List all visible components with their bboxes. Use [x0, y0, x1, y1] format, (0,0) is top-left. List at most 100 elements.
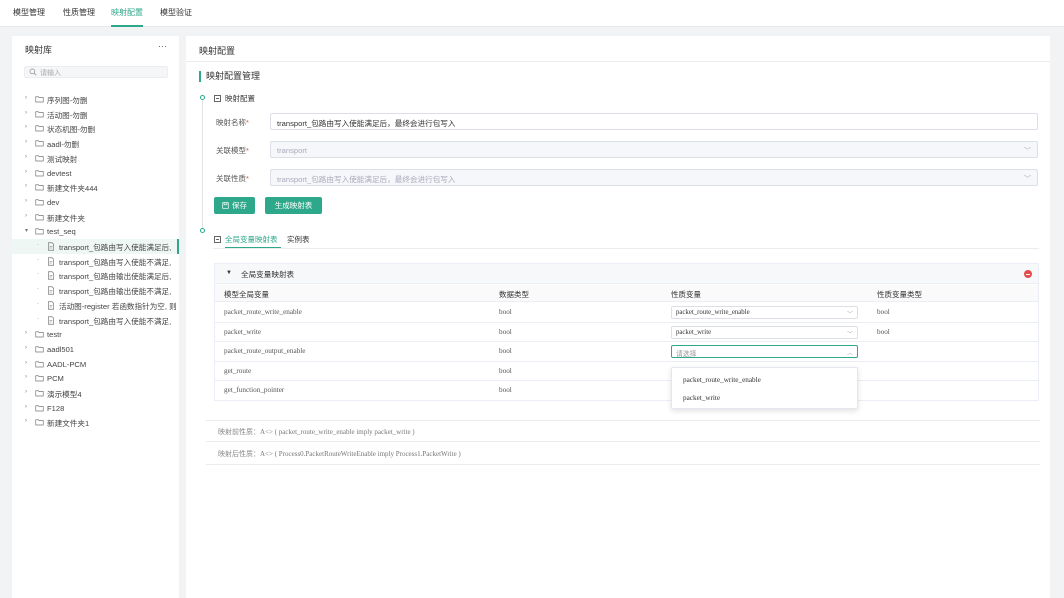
tree-folder[interactable]: › dev — [12, 195, 179, 210]
tree-folder[interactable]: ▾ test_seq — [12, 224, 179, 239]
mapping-config-panel: 映射配置 映射配置管理 映射配置 映射名称* transport_包路由写入使能… — [186, 36, 1050, 598]
tree-item-label: transport_包路由写入使能不满足, — [59, 257, 172, 267]
tree-item-label: 序列图-勿删 — [47, 96, 88, 105]
chevron-right-icon[interactable]: › — [25, 374, 31, 382]
tree-item-label: aadl501 — [47, 344, 75, 354]
dropdown-option[interactable]: packet_write — [683, 394, 720, 402]
tree-folder[interactable]: › 新建文件夹444 — [12, 180, 179, 195]
chevron-down-icon: ﹀ — [846, 331, 853, 338]
chevron-right-icon[interactable]: › — [25, 404, 31, 412]
tree-item-label: testr — [47, 330, 62, 340]
linked-property-select[interactable]: transport_包路由写入使能满足后，最终会进行包写入 ﹀ — [270, 169, 1038, 186]
tree-folder[interactable]: › AADL-PCM — [12, 357, 179, 372]
tree-folder[interactable]: › 状态机图-勿删 — [12, 121, 179, 136]
file-icon — [47, 315, 56, 325]
chevron-right-icon[interactable]: › — [25, 139, 31, 147]
folder-icon — [35, 345, 44, 353]
chevron-right-icon[interactable]: › — [25, 169, 31, 177]
file-icon — [47, 242, 56, 251]
tree-folder[interactable]: › aadl-勿删 — [12, 136, 179, 151]
mapping-name-label: 映射名称* — [216, 118, 249, 127]
tree-folder[interactable]: › 新建文件夹 — [12, 210, 179, 225]
file-icon — [47, 257, 56, 266]
property-variable-dropdown: packet_route_write_enable packet_write — [671, 367, 858, 409]
tree-file[interactable]: · transport_包路由写入使能不满足, — [12, 313, 179, 328]
chevron-right-icon[interactable]: › — [25, 124, 31, 132]
chevron-right-icon[interactable]: › — [25, 360, 31, 368]
data-type-cell: bool — [499, 366, 512, 375]
tree-folder[interactable]: › 序列图-勿删 — [12, 92, 179, 107]
collapse-label: 映射配置 — [225, 94, 255, 103]
tree-folder[interactable]: › 活动图-勿删 — [12, 107, 179, 122]
tree-item-label: transport_包路由写入使能满足后, — [59, 243, 172, 252]
tree-item-label: transport_包路由输出使能不满足, — [59, 287, 172, 297]
chevron-right-icon[interactable]: › — [25, 389, 31, 397]
tree-folder[interactable]: › testr — [12, 327, 179, 342]
tree-file[interactable]: · transport_包路由输出使能满足后, — [12, 268, 179, 283]
chevron-right-icon[interactable]: › — [25, 213, 31, 221]
chevron-right-icon[interactable]: › — [25, 95, 31, 103]
divider — [186, 61, 1050, 62]
tab-mapping-config[interactable]: 映射配置 — [111, 6, 143, 27]
property-variable-select[interactable]: packet_route_write_enable ﹀ — [671, 306, 858, 319]
generate-mapping-button[interactable]: 生成映射表 — [265, 197, 322, 214]
tree-folder[interactable]: › 新建文件夹1 — [12, 415, 179, 430]
search-placeholder: 请输入 — [40, 70, 61, 77]
save-button[interactable]: 保存 — [214, 197, 255, 214]
linked-model-select[interactable]: transport ﹀ — [270, 141, 1038, 158]
tree-file[interactable]: · transport_包路由写入使能不满足, — [12, 254, 179, 269]
mapping-config-collapse[interactable]: 映射配置 — [214, 93, 255, 104]
tree-item-label: 活动图-勿删 — [47, 110, 88, 120]
tab-model-verification[interactable]: 模型验证 — [160, 6, 192, 27]
file-icon — [47, 271, 56, 280]
search-input[interactable]: 请输入 — [24, 66, 168, 78]
data-type-cell: bool — [499, 386, 512, 394]
tree-item-label: PCM — [47, 374, 64, 384]
tree-folder[interactable]: › 演示模型4 — [12, 386, 179, 401]
tab-property-management[interactable]: 性质管理 — [63, 6, 95, 27]
property-variable-select[interactable]: 请选择 ︿ — [671, 345, 858, 358]
post-mapping-value: A<> ( Process0.PacketRouteWriteEnable im… — [260, 450, 461, 458]
mapping-name-input[interactable]: transport_包路由写入使能满足后，最终会进行包写入 — [270, 113, 1038, 130]
search-icon — [29, 68, 37, 76]
tree-item-label: 新建文件夹 — [47, 213, 85, 223]
file-icon — [47, 286, 56, 295]
tab-model-management[interactable]: 模型管理 — [13, 6, 45, 27]
tab-global-variable-table[interactable]: 全局变量映射表 — [225, 235, 278, 244]
chevron-right-icon[interactable]: › — [25, 154, 31, 162]
tree-folder[interactable]: › 测试映射 — [12, 151, 179, 166]
tree-file[interactable]: · transport_包路由写入使能满足后, — [12, 239, 179, 254]
folder-icon — [35, 139, 44, 147]
tree-folder[interactable]: › devtest — [12, 166, 179, 181]
property-variable-select[interactable]: packet_write ﹀ — [671, 325, 858, 339]
post-mapping-label: 映射后性质： — [218, 451, 260, 458]
chevron-right-icon[interactable]: › — [25, 418, 31, 426]
tree-folder[interactable]: › PCM — [12, 371, 179, 386]
more-icon[interactable]: ··· — [158, 41, 167, 51]
chevron-right-icon[interactable]: › — [25, 183, 31, 191]
table-row: get_route bool — [215, 362, 1038, 381]
tree-item-label: test_seq — [47, 227, 76, 237]
caret-down-icon[interactable]: ▼ — [226, 270, 232, 276]
tree-file[interactable]: · 活动图-register 若函数指针为空, 则 — [12, 298, 179, 313]
bullet-icon: · — [37, 271, 39, 278]
chevron-right-icon[interactable]: › — [25, 110, 31, 118]
dropdown-option[interactable]: packet_route_write_enable — [683, 376, 761, 384]
tree-folder[interactable]: › aadl501 — [12, 342, 179, 357]
global-table-collapse[interactable]: 全局变量映射表 — [214, 234, 278, 245]
remove-icon[interactable] — [1024, 270, 1032, 278]
tree-folder[interactable]: › F128 — [12, 401, 179, 416]
folder-icon — [35, 198, 44, 206]
folder-icon — [35, 169, 44, 177]
tab-instance-table[interactable]: 实例表 — [287, 234, 310, 245]
tree-item-label: aadl-勿删 — [47, 140, 80, 150]
chevron-down-icon[interactable]: ▾ — [25, 227, 31, 235]
top-nav: 模型管理 性质管理 映射配置 模型验证 — [0, 0, 1064, 27]
chevron-right-icon[interactable]: › — [25, 345, 31, 353]
table-group-header[interactable]: ▼ 全局变量映射表 — [215, 264, 1038, 284]
tree-file[interactable]: · transport_包路由输出使能不满足, — [12, 283, 179, 298]
tree-item-label: 新建文件夹1 — [47, 419, 90, 429]
chevron-right-icon[interactable]: › — [25, 198, 31, 206]
model-variable-cell: get_function_pointer — [224, 386, 285, 394]
chevron-right-icon[interactable]: › — [25, 330, 31, 338]
